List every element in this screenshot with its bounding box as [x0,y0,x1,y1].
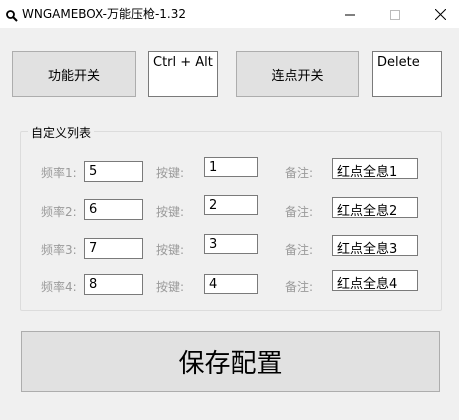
key-input-2[interactable]: 2 [204,195,258,215]
close-icon [434,5,446,24]
key-input-1[interactable]: 1 [204,157,258,177]
note-label-3: 备注: [285,243,314,257]
function-hotkey-field[interactable]: Ctrl + Alt + [148,51,218,97]
freq-label-1: 频率1: [41,166,77,180]
freq-label-2: 频率2: [41,205,77,219]
burst-toggle-button[interactable]: 连点开关 [236,51,359,97]
maximize-button[interactable] [375,0,415,28]
key-input-4[interactable]: 4 [204,274,258,294]
freq-input-2[interactable]: 6 [84,199,143,220]
freq-input-1[interactable]: 5 [84,161,143,182]
custom-list-title: 自定义列表 [28,124,95,141]
function-toggle-button[interactable]: 功能开关 [12,51,136,97]
freq-label-4: 频率4: [41,280,77,294]
freq-input-3[interactable]: 7 [84,238,143,259]
key-input-3[interactable]: 3 [204,234,258,254]
close-button[interactable] [420,0,459,28]
note-label-2: 备注: [285,205,314,219]
key-label-2: 按键: [156,205,185,219]
note-label-1: 备注: [285,166,314,180]
key-label-3: 按键: [156,243,185,257]
note-input-4[interactable]: 红点全息4 [332,270,418,291]
freq-input-4[interactable]: 8 [84,274,143,295]
key-label-1: 按键: [156,166,185,180]
minimize-icon [345,5,355,24]
note-input-1[interactable]: 红点全息1 [332,158,418,179]
save-config-button[interactable]: 保存配置 [21,331,440,392]
note-input-2[interactable]: 红点全息2 [332,197,418,218]
minimize-button[interactable] [330,0,370,28]
magnifier-icon [6,7,18,22]
title-bar: WNGAMEBOX-万能压枪-1.32 [0,0,459,28]
burst-hotkey-field[interactable]: Delete [372,51,442,97]
key-label-4: 按键: [156,280,185,294]
note-label-4: 备注: [285,280,314,294]
freq-label-3: 频率3: [41,243,77,257]
maximize-icon [390,5,400,24]
window-title: WNGAMEBOX-万能压枪-1.32 [22,7,186,21]
note-input-3[interactable]: 红点全息3 [332,235,418,256]
